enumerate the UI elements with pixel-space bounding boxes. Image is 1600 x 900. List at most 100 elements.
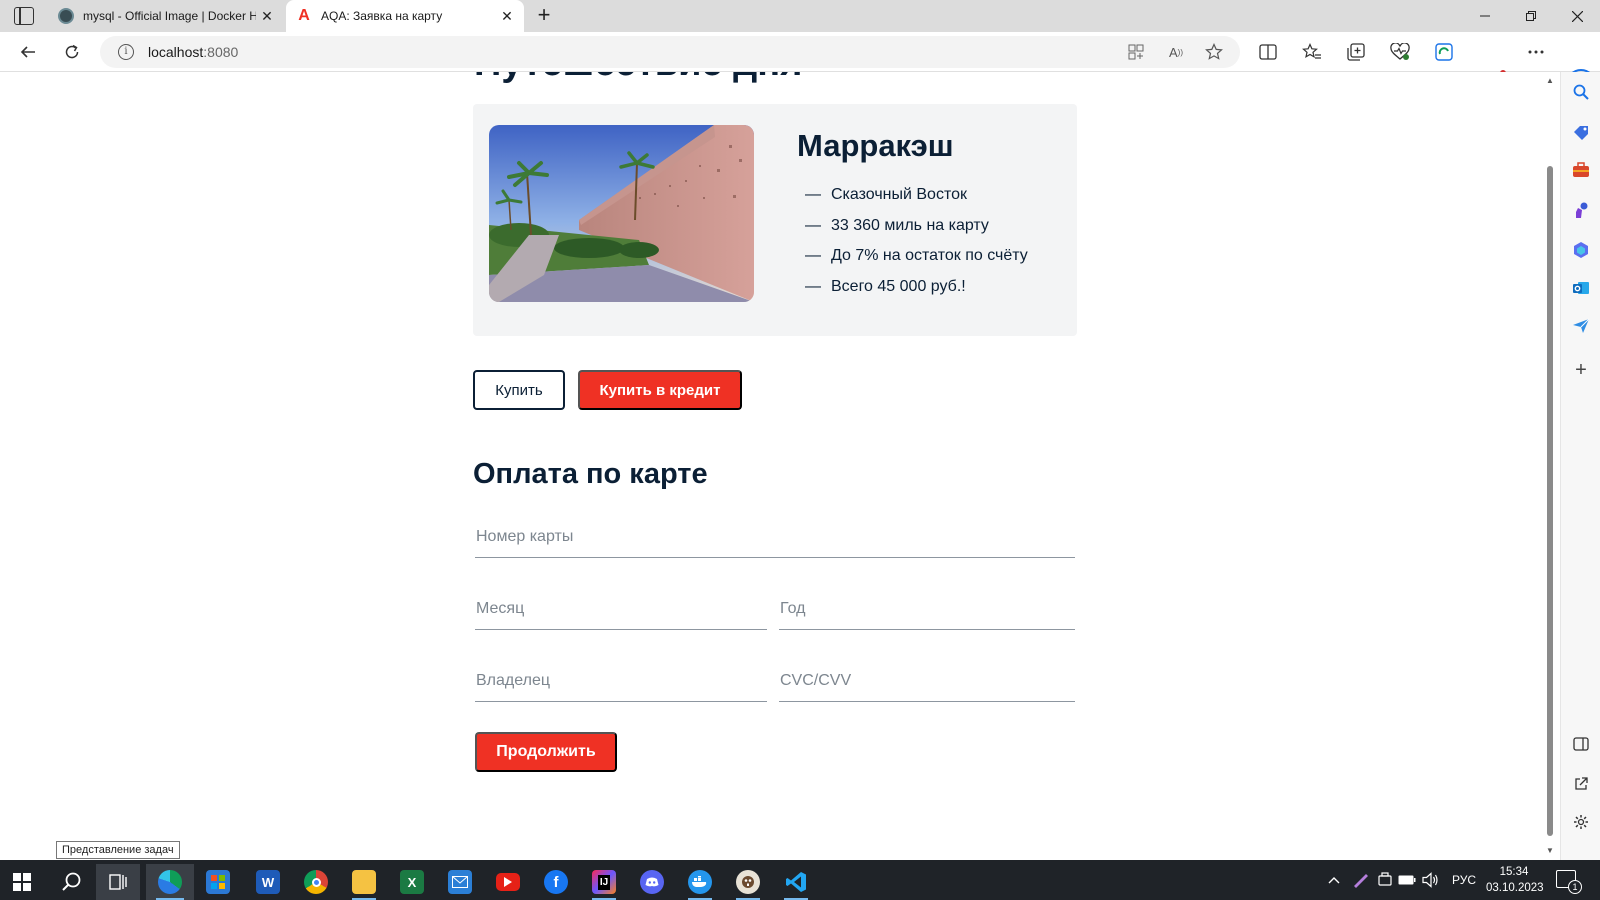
back-button[interactable] xyxy=(16,40,40,64)
sidebar-drop-icon[interactable] xyxy=(1569,314,1593,338)
tray-overflow-chevron-icon[interactable] xyxy=(1328,860,1340,900)
sidebar-add-icon[interactable]: + xyxy=(1569,358,1593,382)
sidebar-hide-icon[interactable] xyxy=(1569,732,1593,756)
sidebar-outlook-icon[interactable] xyxy=(1569,276,1593,300)
card-number-input[interactable] xyxy=(475,522,1075,552)
scroll-up-arrow-icon[interactable]: ▲ xyxy=(1545,76,1555,85)
tab-strip: mysql - Official Image | Docker H ✕ A AQ… xyxy=(0,0,1600,32)
offer-feature-item: — До 7% на остаток по счёту xyxy=(805,247,1028,278)
sidebar-microsoft365-icon[interactable] xyxy=(1569,238,1593,262)
scrollbar-thumb[interactable] xyxy=(1547,166,1553,836)
vscode-icon xyxy=(784,870,808,894)
close-icon xyxy=(1571,10,1583,22)
owner-input[interactable] xyxy=(475,666,767,696)
close-window-button[interactable] xyxy=(1554,0,1600,32)
taskbar-file-explorer[interactable] xyxy=(342,864,386,900)
windows-logo-icon xyxy=(13,873,31,891)
taskbar-dbeaver[interactable] xyxy=(726,864,770,900)
sidebar-games-icon[interactable] xyxy=(1569,198,1593,222)
taskbar-intellij[interactable]: IJ xyxy=(582,864,626,900)
split-screen-button[interactable] xyxy=(1256,40,1280,64)
address-bar[interactable]: i localhost:8080 A)) xyxy=(100,36,1240,68)
page-scrollbar[interactable]: ▲ ▼ xyxy=(1542,72,1558,860)
taskbar-youtube[interactable] xyxy=(486,864,530,900)
taskbar-chrome[interactable] xyxy=(294,864,338,900)
taskbar-word[interactable]: W xyxy=(246,864,290,900)
buy-on-credit-button[interactable]: Купить в кредит xyxy=(578,370,742,410)
travel-of-the-day-heading: Путешествие дня xyxy=(474,72,802,85)
taskbar-facebook[interactable]: f xyxy=(534,864,578,900)
tray-language-indicator[interactable]: РУС xyxy=(1452,860,1476,900)
taskbar-store[interactable] xyxy=(196,864,240,900)
tray-battery-icon[interactable] xyxy=(1398,860,1416,900)
edge-sidebar: + xyxy=(1560,72,1600,860)
cvc-input[interactable] xyxy=(779,666,1075,696)
browser-essentials-button[interactable] xyxy=(1388,40,1412,64)
app-available-icon[interactable] xyxy=(1124,40,1148,64)
reload-button[interactable] xyxy=(60,40,84,64)
scroll-down-arrow-icon[interactable]: ▼ xyxy=(1545,846,1555,855)
offer-title: Марракэш xyxy=(797,128,954,163)
favorite-star-icon[interactable] xyxy=(1202,40,1226,64)
taskbar-search-button[interactable] xyxy=(50,864,94,900)
taskbar-mail[interactable] xyxy=(438,864,482,900)
sidebar-tools-icon[interactable] xyxy=(1569,158,1593,182)
read-aloud-icon[interactable]: A)) xyxy=(1164,40,1188,64)
docker-favicon-icon xyxy=(58,8,74,24)
start-button[interactable] xyxy=(0,864,44,900)
notification-count-badge: 1 xyxy=(1568,880,1582,894)
minimize-icon xyxy=(1480,15,1490,17)
favorites-button[interactable] xyxy=(1300,40,1324,64)
taskbar-docker[interactable] xyxy=(678,864,722,900)
task-view-icon xyxy=(109,874,127,890)
search-icon xyxy=(62,872,81,891)
new-tab-button[interactable]: + xyxy=(532,4,556,28)
edge-icon xyxy=(158,870,182,894)
notification-center-button[interactable]: 1 xyxy=(1556,870,1582,894)
tray-device-icon[interactable] xyxy=(1378,860,1392,900)
folder-icon xyxy=(352,870,376,894)
taskbar-edge[interactable] xyxy=(146,864,194,900)
cvc-field xyxy=(779,666,1075,702)
address-url[interactable]: localhost:8080 xyxy=(148,44,238,60)
sidebar-search-icon[interactable] xyxy=(1569,80,1593,104)
close-tab-icon[interactable]: ✕ xyxy=(256,8,278,25)
month-input[interactable] xyxy=(475,594,767,624)
month-field xyxy=(475,594,767,630)
tray-pen-icon[interactable] xyxy=(1352,860,1370,900)
edge-extension-button[interactable] xyxy=(1432,40,1456,64)
year-field xyxy=(779,594,1075,630)
sidebar-settings-gear-icon[interactable] xyxy=(1569,810,1593,834)
taskbar-vscode[interactable] xyxy=(774,864,818,900)
continue-button[interactable]: Продолжить xyxy=(475,732,617,772)
task-view-button[interactable] xyxy=(96,864,140,900)
year-input[interactable] xyxy=(779,594,1075,624)
sidebar-open-external-icon[interactable] xyxy=(1569,772,1593,796)
tab-actions-icon[interactable] xyxy=(14,7,34,25)
close-tab-icon[interactable]: ✕ xyxy=(496,8,518,25)
tray-volume-icon[interactable] xyxy=(1422,860,1440,900)
site-info-icon[interactable]: i xyxy=(118,44,134,60)
collections-icon xyxy=(1347,43,1365,61)
task-view-tooltip: Представление задач xyxy=(56,841,180,859)
tab-aqa-application[interactable]: A AQA: Заявка на карту ✕ xyxy=(286,0,524,32)
taskbar-excel[interactable]: X xyxy=(390,864,434,900)
feature-text: 33 360 миль на карту xyxy=(831,216,989,234)
discord-icon xyxy=(640,870,664,894)
list-dash: — xyxy=(805,247,821,264)
collections-button[interactable] xyxy=(1344,40,1368,64)
clock-date: 03.10.2023 xyxy=(1486,882,1544,894)
tab-title: mysql - Official Image | Docker H xyxy=(83,9,256,23)
settings-more-button[interactable] xyxy=(1524,40,1548,64)
browser-toolbar: i localhost:8080 A)) b xyxy=(0,32,1600,99)
taskbar-discord[interactable] xyxy=(630,864,674,900)
url-host: localhost xyxy=(148,44,204,60)
minimize-window-button[interactable] xyxy=(1462,0,1508,32)
tab-docker-mysql[interactable]: mysql - Official Image | Docker H ✕ xyxy=(48,0,284,32)
arrow-left-icon xyxy=(20,46,35,58)
restore-window-button[interactable] xyxy=(1508,0,1554,32)
offer-card: Марракэш — Сказочный Восток — 33 360 миль … xyxy=(473,104,1077,336)
taskbar-clock[interactable]: 15:34 03.10.2023 xyxy=(1486,864,1544,896)
sidebar-shopping-icon[interactable] xyxy=(1569,120,1593,144)
buy-button[interactable]: Купить xyxy=(473,370,565,410)
